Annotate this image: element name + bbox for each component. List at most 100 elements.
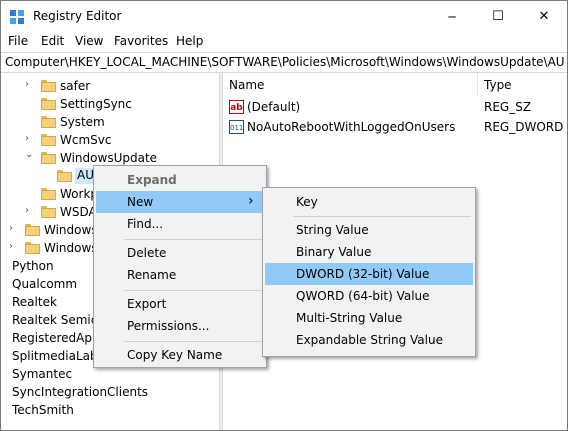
menu-item-string-value[interactable]: String Value bbox=[265, 219, 473, 241]
menu-item-label: Key bbox=[296, 195, 318, 209]
address-path: Computer\HKEY_LOCAL_MACHINE\SOFTWARE\Pol… bbox=[5, 55, 565, 69]
menu-separator bbox=[124, 239, 262, 240]
menu-item-label: Expandable String Value bbox=[296, 333, 443, 347]
tree-item-label: Windows bbox=[44, 241, 98, 255]
menu-help[interactable]: Help bbox=[176, 34, 203, 48]
window-title: Registry Editor bbox=[33, 9, 122, 23]
menu-item-expandable-string-value[interactable]: Expandable String Value bbox=[265, 329, 473, 351]
menu-item-export[interactable]: Export bbox=[96, 293, 264, 315]
menu-item-label: Expand bbox=[127, 173, 177, 187]
menu-item-label: Permissions... bbox=[127, 319, 210, 333]
close-icon: ✕ bbox=[538, 9, 550, 24]
menu-edit[interactable]: Edit bbox=[41, 34, 64, 48]
tree-item-label: Qualcomm bbox=[12, 277, 78, 291]
tree-item-label: WindowsUpdate bbox=[60, 151, 158, 165]
submenu-arrow-icon: › bbox=[248, 193, 254, 209]
folder-icon bbox=[41, 80, 56, 92]
menu-item-binary-value[interactable]: Binary Value bbox=[265, 241, 473, 263]
value-row[interactable]: ab (Default) REG_SZ bbox=[223, 97, 567, 117]
menu-item-find[interactable]: Find... bbox=[96, 213, 264, 235]
menu-item-label: QWORD (64-bit) Value bbox=[296, 289, 430, 303]
expand-arrow-icon[interactable]: › bbox=[25, 205, 29, 216]
string-value-icon: ab bbox=[229, 100, 244, 114]
maximize-button[interactable]: ☐ bbox=[475, 1, 521, 32]
menu-item-label: Rename bbox=[127, 268, 177, 282]
menu-item-label: Find... bbox=[127, 217, 164, 231]
registry-editor-window: Registry Editor ─ ☐ ✕ File Edit View Fav… bbox=[0, 0, 568, 431]
menu-view[interactable]: View bbox=[75, 34, 103, 48]
value-type: REG_SZ bbox=[484, 100, 532, 114]
folder-icon bbox=[41, 206, 56, 218]
registry-editor-icon bbox=[10, 10, 24, 24]
folder-icon bbox=[25, 224, 40, 236]
expand-arrow-icon[interactable]: › bbox=[25, 133, 29, 144]
value-type: REG_DWORD bbox=[484, 120, 564, 134]
tree-item-techsmith[interactable]: TechSmith bbox=[1, 401, 219, 419]
column-header-name[interactable]: Name bbox=[223, 73, 478, 95]
folder-icon bbox=[41, 98, 56, 110]
menu-item-label: Export bbox=[127, 297, 167, 311]
tree-item-system[interactable]: System bbox=[1, 113, 219, 131]
column-header-label: Type bbox=[484, 78, 512, 92]
folder-icon bbox=[57, 170, 72, 182]
menu-item-multi-string-value[interactable]: Multi-String Value bbox=[265, 307, 473, 329]
menu-bar: File Edit View Favorites Help bbox=[1, 32, 567, 52]
binary-value-icon: 011 bbox=[229, 120, 244, 134]
menu-item-label: Binary Value bbox=[296, 245, 372, 259]
tree-item-label: System bbox=[60, 115, 105, 129]
tree-item-wcmsvc[interactable]: › WcmSvc bbox=[1, 131, 219, 149]
value-name: NoAutoRebootWithLoggedOnUsers bbox=[247, 120, 456, 134]
tree-item-label: Realtek Semico bbox=[12, 313, 105, 327]
folder-icon bbox=[41, 188, 56, 200]
menu-item-dword-value[interactable]: DWORD (32-bit) Value bbox=[265, 263, 473, 285]
menu-favorites[interactable]: Favorites bbox=[114, 34, 168, 48]
tree-item-safer[interactable]: › safer bbox=[1, 77, 219, 95]
menu-item-label: Multi-String Value bbox=[296, 311, 403, 325]
menu-item-new[interactable]: New › bbox=[96, 191, 264, 213]
menu-item-permissions[interactable]: Permissions... bbox=[96, 315, 264, 337]
expand-arrow-icon[interactable]: › bbox=[9, 241, 13, 252]
tree-item-label: Python bbox=[12, 259, 54, 273]
new-submenu: Key String Value Binary Value DWORD (32-… bbox=[262, 187, 476, 357]
expand-arrow-icon[interactable]: › bbox=[9, 223, 13, 234]
tree-item-label: WSDA bbox=[60, 205, 97, 219]
value-row[interactable]: 011 NoAutoRebootWithLoggedOnUsers REG_DW… bbox=[223, 117, 567, 137]
menu-item-expand[interactable]: Expand bbox=[96, 169, 264, 191]
menu-item-label: DWORD (32-bit) Value bbox=[296, 267, 430, 281]
tree-item-label: Symantec bbox=[12, 367, 73, 381]
tree-item-label: Windows bbox=[44, 223, 98, 237]
address-bar[interactable]: Computer\HKEY_LOCAL_MACHINE\SOFTWARE\Pol… bbox=[1, 52, 567, 73]
menu-item-copy-key-name[interactable]: Copy Key Name bbox=[96, 344, 264, 366]
tree-item-label: Realtek bbox=[12, 295, 57, 309]
expand-arrow-icon[interactable]: › bbox=[25, 79, 29, 90]
column-header-type[interactable]: Type bbox=[478, 73, 567, 95]
menu-separator bbox=[293, 216, 471, 217]
title-bar[interactable]: Registry Editor ─ ☐ ✕ bbox=[1, 1, 567, 32]
menu-item-rename[interactable]: Rename bbox=[96, 264, 264, 286]
menu-item-delete[interactable]: Delete bbox=[96, 242, 264, 264]
collapse-arrow-icon[interactable]: ⌄ bbox=[25, 149, 33, 160]
tree-item-settingsync[interactable]: SettingSync bbox=[1, 95, 219, 113]
minimize-button[interactable]: ─ bbox=[429, 1, 475, 32]
minimize-icon: ─ bbox=[448, 9, 456, 24]
tree-item-syncintegrationclients[interactable]: SyncIntegrationClients bbox=[1, 383, 219, 401]
tree-item-label: SettingSync bbox=[60, 97, 132, 111]
folder-icon bbox=[25, 242, 40, 254]
folder-icon bbox=[41, 152, 56, 164]
folder-icon bbox=[41, 134, 56, 146]
value-name: (Default) bbox=[247, 100, 301, 114]
menu-item-label: String Value bbox=[296, 223, 369, 237]
menu-item-new-key[interactable]: Key bbox=[265, 191, 473, 213]
menu-file[interactable]: File bbox=[8, 34, 28, 48]
menu-item-qword-value[interactable]: QWORD (64-bit) Value bbox=[265, 285, 473, 307]
menu-separator bbox=[124, 290, 262, 291]
menu-item-label: Delete bbox=[127, 246, 167, 260]
tree-item-label: safer bbox=[60, 79, 91, 93]
folder-icon bbox=[41, 116, 56, 128]
tree-item-label: WcmSvc bbox=[60, 133, 112, 147]
column-header-label: Name bbox=[229, 78, 265, 92]
maximize-icon: ☐ bbox=[492, 9, 504, 24]
tree-item-label: SplitmediaLabs bbox=[12, 349, 104, 363]
menu-item-label: Copy Key Name bbox=[127, 348, 223, 362]
close-button[interactable]: ✕ bbox=[521, 1, 567, 32]
